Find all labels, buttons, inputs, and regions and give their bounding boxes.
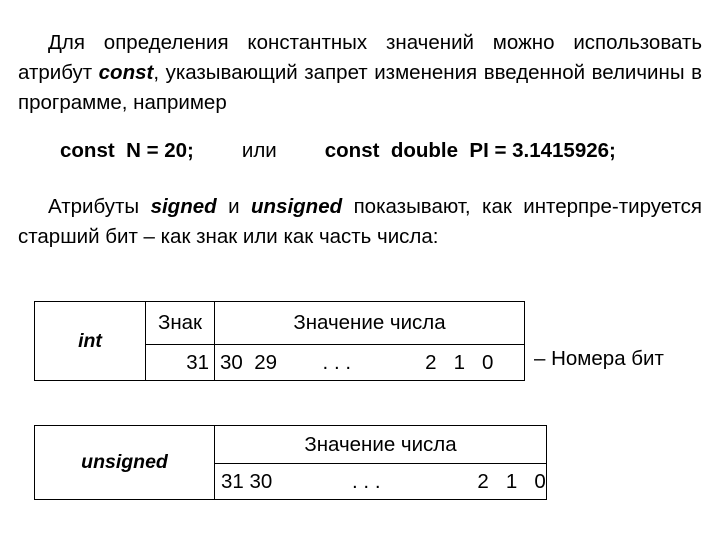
int-header-sign: Знак bbox=[145, 301, 215, 345]
int-value-bit-numbers: 30 29 . . . 2 1 0 bbox=[214, 344, 525, 381]
code-example-1: const N = 20; bbox=[60, 139, 194, 162]
paragraph-signed-part2: и bbox=[216, 195, 252, 218]
code-conjunction: или bbox=[241, 139, 277, 162]
table-row: int Знак Значение числа bbox=[34, 301, 525, 381]
bit-numbers-caption: – Номера бит bbox=[534, 347, 664, 370]
paragraph-signed: Атрибуты signed и unsigned показывают, к… bbox=[18, 192, 702, 252]
int-type-label: int bbox=[34, 301, 146, 381]
keyword-const: const bbox=[98, 61, 154, 84]
paragraph-const: Для определения константных значений мож… bbox=[18, 28, 702, 118]
keyword-signed: signed bbox=[150, 195, 217, 218]
slide-canvas: Для определения константных значений мож… bbox=[0, 0, 720, 540]
code-example-2: const double PI = 3.1415926; bbox=[324, 139, 616, 162]
unsigned-header-value: Значение числа bbox=[214, 425, 547, 464]
int-bit-layout-table: int Знак Значение числа 31 30 29 . . . 2… bbox=[34, 301, 525, 381]
unsigned-bit-layout-table: unsigned Значение числа 31 30 . . . 2 1 … bbox=[34, 425, 547, 500]
unsigned-type-label: unsigned bbox=[34, 425, 215, 500]
int-header-value: Значение числа bbox=[214, 301, 525, 345]
code-example-line: const N = 20; или const double PI = 3.1415… bbox=[18, 139, 702, 163]
keyword-unsigned: unsigned bbox=[251, 195, 343, 218]
paragraph-signed-part1: Атрибуты bbox=[48, 195, 151, 218]
unsigned-value-bit-numbers: 31 30 . . . 2 1 0 bbox=[214, 463, 547, 500]
table-row: unsigned Значение числа bbox=[34, 425, 547, 500]
int-sign-bit-number: 31 bbox=[145, 344, 215, 381]
